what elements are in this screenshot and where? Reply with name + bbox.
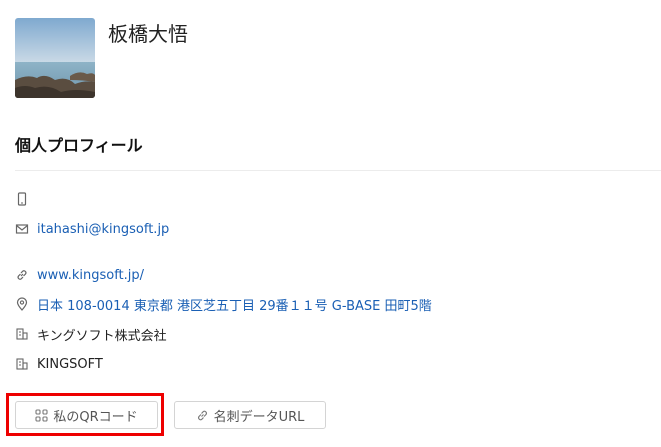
my-qr-code-button[interactable]: 私のQRコード [15,401,158,429]
profile-name: 板橋大悟 [108,22,188,46]
building-icon [15,357,29,371]
my-qr-code-label: 私のQRコード [53,409,138,425]
building-icon [15,327,29,341]
link-icon [197,410,207,420]
company-en-row: KINGSOFT [15,354,103,374]
mobile-phone-icon [15,192,29,206]
qr-code-icon [35,408,48,422]
phone-row [15,189,37,209]
mail-icon [15,222,29,236]
email-link[interactable]: itahashi@kingsoft.jp [37,222,169,237]
website-row: www.kingsoft.jp/ [15,265,144,285]
website-link[interactable]: www.kingsoft.jp/ [37,268,144,283]
card-data-url-button[interactable]: 名刺データURL [174,401,326,429]
location-pin-icon [15,297,29,311]
section-title: 個人プロフィール [15,136,143,155]
avatar-photo [15,18,95,98]
address-row: 日本 108-0014 東京都 港区芝五丁目 29番１１号 G-BASE 田町5… [15,294,432,314]
company-row: キングソフト株式会社 [15,324,167,344]
email-row: itahashi@kingsoft.jp [15,219,169,239]
address-link[interactable]: 日本 108-0014 東京都 港区芝五丁目 29番１１号 G-BASE 田町5… [37,295,432,314]
divider [15,170,661,171]
card-data-url-label: 名刺データURL [213,409,305,425]
company-en-name: KINGSOFT [37,356,103,372]
company-name: キングソフト株式会社 [37,328,167,344]
avatar [15,18,95,98]
link-icon [15,268,29,282]
